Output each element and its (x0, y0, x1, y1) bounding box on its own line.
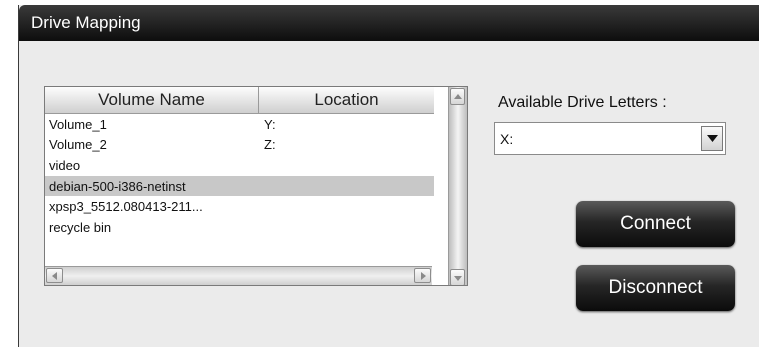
vertical-scrollbar[interactable] (448, 87, 467, 285)
connect-button[interactable]: Connect (576, 201, 735, 247)
scroll-up-button[interactable] (450, 88, 465, 105)
scroll-down-button[interactable] (450, 269, 465, 285)
list-item[interactable]: Volume_2 Z: (45, 135, 434, 156)
window-title: Drive Mapping (31, 13, 141, 32)
volume-name: recycle bin (49, 219, 112, 235)
list-item[interactable]: xpsp3_5512.080413-211... (45, 196, 434, 217)
dropdown-arrow-icon (707, 135, 718, 142)
list-item[interactable]: recycle bin (45, 217, 434, 238)
volume-name: video (49, 157, 81, 173)
right-arrow-icon (421, 272, 426, 280)
volume-name: Volume_2 (49, 137, 107, 153)
column-header-location[interactable]: Location (259, 87, 434, 113)
volume-name: Volume_1 (49, 116, 107, 132)
list-item-selected[interactable]: debian-500-i386-netinst (45, 175, 434, 197)
list-rows: Volume_1 Y: Volume_2 Z: video debian-500… (45, 114, 434, 238)
drive-mapping-window: Drive Mapping Volume Name Location Volum… (18, 5, 759, 347)
scroll-left-button[interactable] (46, 268, 63, 283)
drive-letter-value: X: (500, 131, 514, 147)
title-bar: Drive Mapping (19, 5, 759, 41)
volume-location: Z: (264, 137, 276, 153)
volume-name: debian-500-i386-netinst (49, 178, 186, 194)
horizontal-scrollbar[interactable] (45, 266, 432, 285)
column-header-volume-name[interactable]: Volume Name (45, 87, 259, 113)
dropdown-button[interactable] (701, 126, 723, 151)
list-item[interactable]: Volume_1 Y: (45, 114, 434, 135)
list-header: Volume Name Location (45, 87, 434, 114)
volume-list[interactable]: Volume Name Location Volume_1 Y: Volume_… (44, 86, 468, 286)
available-drive-letters-label: Available Drive Letters : (498, 94, 667, 111)
up-arrow-icon (454, 94, 462, 99)
disconnect-button[interactable]: Disconnect (576, 265, 735, 311)
volume-name: xpsp3_5512.080413-211... (49, 199, 203, 215)
left-arrow-icon (52, 272, 57, 280)
down-arrow-icon (454, 276, 462, 281)
volume-location: Y: (264, 116, 276, 132)
list-item[interactable]: video (45, 155, 434, 176)
drive-letter-select[interactable]: X: (494, 122, 726, 155)
scroll-right-button[interactable] (414, 268, 431, 283)
